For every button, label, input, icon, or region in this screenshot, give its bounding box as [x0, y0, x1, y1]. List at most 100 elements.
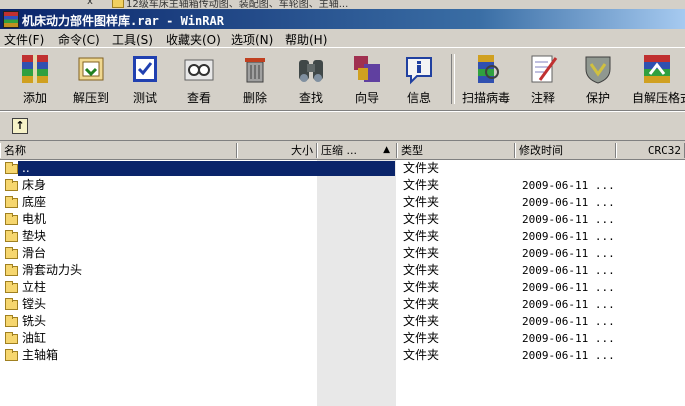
item-type: 文件夹 — [403, 195, 440, 209]
menu-options[interactable]: 选项(N) — [231, 31, 273, 48]
wizard-button[interactable]: 向导 — [346, 52, 388, 108]
virus-scan-button[interactable]: 扫描病毒 — [458, 52, 514, 108]
background-window-strip: x 12级车床主轴箱传动图、装配图、车轮图、主轴... — [0, 0, 685, 9]
item-modified: 2009-06-11 ... — [522, 264, 615, 277]
add-label: 添加 — [22, 91, 47, 105]
list-item[interactable]: 底座 文件夹 2009-06-11 ... — [0, 194, 685, 211]
list-item[interactable]: 床身 文件夹 2009-06-11 ... — [0, 177, 685, 194]
list-item[interactable]: 垫块 文件夹 2009-06-11 ... — [0, 228, 685, 245]
menu-tools[interactable]: 工具(S) — [112, 31, 153, 48]
delete-label: 删除 — [242, 91, 267, 105]
column-modified[interactable]: 修改时间 — [515, 143, 616, 158]
item-name: 镗头 — [22, 297, 47, 311]
find-label: 查找 — [298, 91, 323, 105]
find-button[interactable]: 查找 — [290, 52, 332, 108]
list-item[interactable]: 油缸 文件夹 2009-06-11 ... — [0, 330, 685, 347]
list-item-parent[interactable]: .. 文件夹 — [0, 160, 685, 177]
column-type[interactable]: 类型 — [397, 143, 515, 158]
item-modified: 2009-06-11 ... — [522, 213, 615, 226]
comment-icon — [526, 52, 560, 86]
sfx-button[interactable]: 自解压格式 — [628, 52, 685, 108]
folder-icon — [5, 298, 18, 310]
item-name: 垫块 — [22, 229, 47, 243]
list-item[interactable]: 滑台 文件夹 2009-06-11 ... — [0, 245, 685, 262]
list-item[interactable]: 镗头 文件夹 2009-06-11 ... — [0, 296, 685, 313]
column-size[interactable]: 大小 — [237, 143, 317, 158]
wizard-icon — [350, 52, 384, 86]
item-type: 文件夹 — [403, 229, 440, 243]
folder-icon — [5, 349, 18, 361]
list-item[interactable]: 电机 文件夹 2009-06-11 ... — [0, 211, 685, 228]
close-icon[interactable]: x — [87, 0, 93, 7]
item-type: 文件夹 — [403, 246, 440, 260]
folder-icon — [5, 264, 18, 276]
menu-help[interactable]: 帮助(H) — [285, 31, 327, 48]
info-button[interactable]: 信息 — [398, 52, 440, 108]
item-type: 文件夹 — [403, 161, 440, 175]
column-crc32[interactable]: CRC32 — [616, 143, 685, 158]
folder-icon — [5, 213, 18, 225]
item-modified: 2009-06-11 ... — [522, 179, 615, 192]
view-icon — [182, 52, 216, 86]
item-type: 文件夹 — [403, 280, 440, 294]
item-type: 文件夹 — [403, 314, 440, 328]
add-icon — [18, 52, 52, 86]
comment-label: 注释 — [530, 91, 555, 105]
list-item[interactable]: 滑套动力头 文件夹 2009-06-11 ... — [0, 262, 685, 279]
delete-icon — [238, 52, 272, 86]
folder-icon — [112, 0, 124, 8]
item-name: 铣头 — [22, 314, 47, 328]
item-modified: 2009-06-11 ... — [522, 196, 615, 209]
menu-bar: 文件(F) 命令(C) 工具(S) 收藏夹(O) 选项(N) 帮助(H) — [0, 29, 685, 48]
item-modified: 2009-06-11 ... — [522, 281, 615, 294]
title-bar: 机床动力部件图样库.rar - WinRAR — [0, 9, 685, 29]
item-name: 滑套动力头 — [22, 263, 83, 277]
folder-icon — [5, 281, 18, 293]
wizard-label: 向导 — [354, 91, 379, 105]
virus-scan-label: 扫描病毒 — [461, 91, 510, 105]
item-modified: 2009-06-11 ... — [522, 315, 615, 328]
column-packed[interactable]: 压缩 ... ▲ — [317, 143, 397, 158]
item-name: 电机 — [22, 212, 47, 226]
item-name: 立柱 — [22, 280, 47, 294]
comment-button[interactable]: 注释 — [524, 52, 562, 108]
find-icon — [294, 52, 328, 86]
virus-scan-icon — [469, 52, 503, 86]
extract-to-icon — [74, 52, 108, 86]
column-name[interactable]: 名称 — [0, 143, 237, 158]
add-button[interactable]: 添加 — [12, 52, 58, 108]
column-header-bar: 名称 大小 压缩 ... ▲ 类型 修改时间 CRC32 — [0, 143, 685, 160]
protect-button[interactable]: 保护 — [578, 52, 618, 108]
background-tab-title[interactable]: 12级车床主轴箱传动图、装配图、车轮图、主轴... — [126, 0, 348, 9]
up-folder-icon[interactable]: ↑ — [12, 118, 28, 134]
winrar-app-icon[interactable] — [3, 11, 19, 28]
item-name: .. — [22, 161, 30, 175]
selection-highlight — [18, 161, 395, 176]
item-type: 文件夹 — [403, 348, 440, 362]
file-list[interactable]: 名称 大小 压缩 ... ▲ 类型 修改时间 CRC32 .. 文件夹 床身 文… — [0, 143, 685, 406]
toolbar: 添加 解压到 测试 查看 删除 查找 向导 信息 扫描病毒 注释 保护 自解压格 — [0, 47, 685, 111]
test-button[interactable]: 测试 — [124, 52, 166, 108]
list-item[interactable]: 立柱 文件夹 2009-06-11 ... — [0, 279, 685, 296]
list-item[interactable]: 主轴箱 文件夹 2009-06-11 ... — [0, 347, 685, 364]
sort-arrow-icon: ▲ — [383, 145, 390, 155]
extract-to-button[interactable]: 解压到 — [68, 52, 114, 108]
folder-icon — [5, 230, 18, 242]
address-bar: ↑ — [0, 111, 685, 141]
toolbar-separator — [451, 54, 455, 104]
menu-favorites[interactable]: 收藏夹(O) — [166, 31, 221, 48]
item-modified: 2009-06-11 ... — [522, 349, 615, 362]
column-packed-label: 压缩 ... — [321, 144, 357, 157]
folder-icon — [5, 315, 18, 327]
delete-button[interactable]: 删除 — [234, 52, 276, 108]
menu-commands[interactable]: 命令(C) — [58, 31, 100, 48]
view-button[interactable]: 查看 — [178, 52, 220, 108]
folder-icon — [5, 179, 18, 191]
item-modified: 2009-06-11 ... — [522, 247, 615, 260]
info-icon — [402, 52, 436, 86]
item-type: 文件夹 — [403, 331, 440, 345]
list-item[interactable]: 铣头 文件夹 2009-06-11 ... — [0, 313, 685, 330]
test-label: 测试 — [132, 91, 157, 105]
item-type: 文件夹 — [403, 212, 440, 226]
menu-file[interactable]: 文件(F) — [4, 31, 44, 48]
